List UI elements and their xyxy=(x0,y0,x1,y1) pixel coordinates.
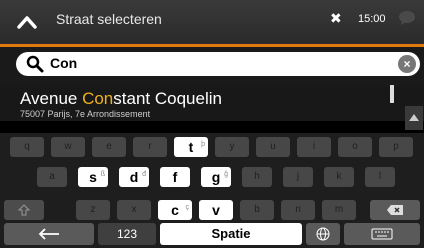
key-x[interactable]: x xyxy=(117,200,151,220)
backspace-icon xyxy=(387,205,403,215)
key-label: e xyxy=(106,141,112,152)
satellite-icon: ✖ xyxy=(330,10,342,26)
key-s[interactable]: sß xyxy=(78,167,108,187)
shift-key[interactable] xyxy=(4,200,44,220)
result-name: Avenue Constant Coquelin xyxy=(20,89,222,108)
key-alt-label: ğ xyxy=(224,171,228,178)
key-alt-label: đ xyxy=(142,171,146,178)
key-i[interactable]: i xyxy=(297,137,331,157)
key-v[interactable]: v xyxy=(199,200,233,220)
key-label: z xyxy=(90,204,96,215)
key-label: b xyxy=(254,204,260,215)
key-r[interactable]: r xyxy=(133,137,167,157)
key-label: v xyxy=(212,202,220,218)
key-label: l xyxy=(378,171,382,182)
keyboard-icon xyxy=(371,228,393,240)
key-j[interactable]: j xyxy=(283,167,313,187)
key-label: w xyxy=(64,141,72,152)
keyboard-layout-key[interactable] xyxy=(344,223,420,245)
key-u[interactable]: u xyxy=(256,137,290,157)
numbers-key[interactable]: 123 xyxy=(98,223,156,245)
shift-icon xyxy=(17,204,31,216)
search-input[interactable]: Con xyxy=(50,55,77,71)
key-label: y xyxy=(229,141,235,152)
search-field[interactable]: Con × xyxy=(16,52,420,76)
key-label: t xyxy=(188,139,194,155)
key-label: q xyxy=(24,141,30,152)
key-k[interactable]: k xyxy=(324,167,354,187)
backspace-key[interactable] xyxy=(370,200,420,220)
key-label: d xyxy=(129,169,139,185)
key-label: f xyxy=(172,169,178,185)
key-label: g xyxy=(211,169,221,185)
key-p[interactable]: p xyxy=(379,137,413,157)
key-alt-label: ç xyxy=(185,204,190,211)
key-label: j xyxy=(296,171,300,182)
key-m[interactable]: m xyxy=(322,200,356,220)
key-label: m xyxy=(334,204,344,215)
key-label: c xyxy=(171,202,179,218)
result-item[interactable]: Avenue Constant Coquelin 75007 Parijs, 7… xyxy=(0,85,424,121)
key-label: s xyxy=(89,169,97,185)
key-label: r xyxy=(148,141,152,152)
back-key[interactable] xyxy=(4,223,94,245)
key-h[interactable]: h xyxy=(242,167,272,187)
clock-time: 15:00 xyxy=(358,13,386,25)
key-t[interactable]: tþ xyxy=(174,137,208,157)
message-icon[interactable] xyxy=(398,10,416,31)
key-label: o xyxy=(352,141,358,152)
key-label: u xyxy=(270,141,276,152)
key-d[interactable]: dđ xyxy=(119,167,149,187)
top-bar: Straat selecteren ✖ 15:00 xyxy=(0,0,424,44)
key-label: n xyxy=(295,204,301,215)
key-label: p xyxy=(393,141,399,152)
chevron-up-icon xyxy=(17,16,37,29)
key-alt-label: þ xyxy=(201,141,205,148)
key-z[interactable]: z xyxy=(76,200,110,220)
key-b[interactable]: b xyxy=(240,200,274,220)
key-n[interactable]: n xyxy=(281,200,315,220)
space-key[interactable]: Spatie xyxy=(160,223,302,245)
search-icon xyxy=(26,55,44,78)
key-label: a xyxy=(49,171,55,182)
scroll-up-button[interactable] xyxy=(405,106,423,130)
key-label: h xyxy=(254,171,260,182)
key-a[interactable]: a xyxy=(37,167,67,187)
page-title: Straat selecteren xyxy=(56,11,162,27)
clear-icon[interactable]: × xyxy=(398,55,416,73)
key-c[interactable]: cç xyxy=(158,200,192,220)
result-address: 75007 Parijs, 7e Arrondissement xyxy=(20,109,151,119)
key-label: k xyxy=(336,171,342,182)
key-o[interactable]: o xyxy=(338,137,372,157)
key-g[interactable]: gğ xyxy=(201,167,231,187)
key-label: x xyxy=(131,204,137,215)
key-alt-label: ß xyxy=(100,171,105,178)
language-key[interactable] xyxy=(306,223,340,245)
key-e[interactable]: e xyxy=(92,137,126,157)
key-y[interactable]: y xyxy=(215,137,249,157)
back-button[interactable] xyxy=(10,10,44,34)
key-w[interactable]: w xyxy=(51,137,85,157)
arrow-left-icon xyxy=(38,228,59,240)
key-q[interactable]: q xyxy=(10,137,44,157)
key-l[interactable]: l xyxy=(365,167,395,187)
scrollbar[interactable] xyxy=(390,85,394,103)
globe-icon xyxy=(316,227,330,241)
key-label: i xyxy=(312,141,316,152)
key-f[interactable]: f xyxy=(160,167,190,187)
